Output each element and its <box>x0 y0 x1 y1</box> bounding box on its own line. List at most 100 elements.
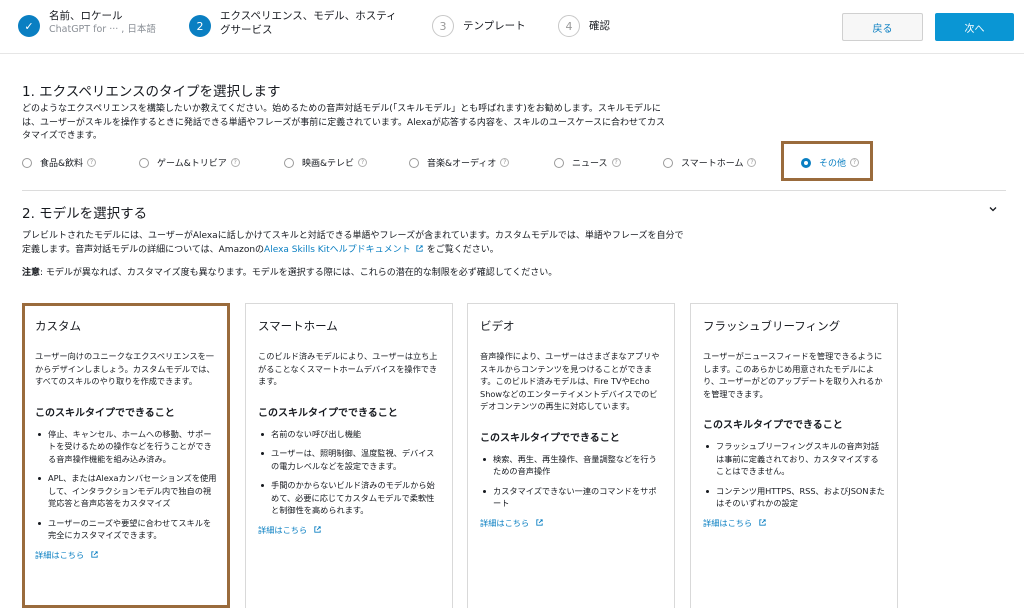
step-3[interactable]: 3 テンプレート <box>432 9 526 37</box>
note-label: 注意 <box>22 268 41 278</box>
radio-music-audio[interactable]: 音楽&オーディオ ? <box>409 156 510 169</box>
external-link-icon <box>536 519 543 526</box>
radio-button-icon <box>22 157 32 168</box>
card-title: スマートホーム <box>258 319 338 333</box>
radio-button-icon <box>663 157 673 168</box>
step-3-number: 3 <box>432 15 454 37</box>
help-icon[interactable]: ? <box>87 158 97 167</box>
radio-movies-tv[interactable]: 映画&テレビ ? <box>284 156 368 169</box>
list-item: 停止、キャンセル、ホームへの移動、サポートを受けるための操作などを行うことができ… <box>35 428 217 466</box>
radio-news[interactable]: ニュース ? <box>554 156 621 169</box>
note-text: : モデルが異なれば、カスタマイズ度も異なります。モデルを選択する際には、これら… <box>40 268 558 278</box>
learn-more-text: 詳細はこちら <box>35 549 85 560</box>
external-link-icon <box>759 519 766 526</box>
experience-type-description: どのようなエクスペリエンスを構築したいか教えてください。始めるための音声対話モデ… <box>22 103 665 144</box>
radio-label: スマートホーム <box>681 159 744 169</box>
card-description: ユーザーがニュースフィードを管理できるようにします。このあらかじめ用意されたモデ… <box>703 351 883 399</box>
next-button[interactable]: 次へ <box>935 13 1014 41</box>
card-title: ビデオ <box>480 319 515 333</box>
help-icon[interactable]: ? <box>230 158 240 167</box>
wizard-stepper: ✓ 名前、ロケール ChatGPT for ··· , 日本語 2 エクスペリエ… <box>0 0 1024 54</box>
step-4[interactable]: 4 確認 <box>558 9 610 37</box>
radio-label: 食品&飲料 <box>40 159 84 169</box>
list-item: フラッシュブリーフィングスキルの音声対話は事前に定義されており、カスタマイズする… <box>703 440 885 478</box>
model-desc-line-2-end: をご覧ください。 <box>426 244 499 255</box>
back-button[interactable]: 戻る <box>842 13 923 41</box>
help-icon[interactable]: ? <box>358 158 368 167</box>
list-item: カスタマイズできない一連のコマンドをサポート <box>480 485 662 510</box>
section-divider <box>22 190 1006 191</box>
learn-more-text: 詳細はこちら <box>258 524 308 535</box>
card-capabilities-list: 停止、キャンセル、ホームへの移動、サポートを受けるための操作などを行うことができ… <box>35 428 217 542</box>
radio-label: 音楽&オーディオ <box>427 159 497 169</box>
learn-more-text: 詳細はこちら <box>703 517 753 528</box>
experience-desc-line-2: は、ユーザーがスキルを操作するときに発話できる単語やフレーズが事前に定義されてい… <box>22 117 666 128</box>
card-capabilities-heading: このスキルタイプでできること <box>703 420 843 431</box>
radio-button-icon <box>139 157 149 168</box>
learn-more-link[interactable]: 詳細はこちら <box>480 517 662 529</box>
step-3-title: テンプレート <box>463 20 526 32</box>
radio-button-icon <box>554 157 564 168</box>
radio-label: 映画&テレビ <box>302 159 355 169</box>
model-card-custom[interactable]: カスタム ユーザー向けのユニークなエクスペリエンスを一からデザインしましょう。カ… <box>22 303 230 608</box>
external-link-icon <box>416 244 423 252</box>
card-capabilities-list: 名前のない呼び出し機能 ユーザーは、照明制御、温度監視、デバイスの電力レベルなど… <box>258 428 440 517</box>
radio-button-icon <box>284 157 294 168</box>
step-2-title-line2: グサービス <box>220 24 273 36</box>
model-card-smart-home[interactable]: スマートホーム このビルド済みモデルにより、ユーザーは立ち上がることなくスマート… <box>245 303 453 608</box>
list-item: APL、またはAlexaカンバセーションズを使用して、インタラクションモデル内で… <box>35 472 217 510</box>
card-description: このビルド済みモデルにより、ユーザーは立ち上がることなくスマートホームデバイスを… <box>258 351 438 386</box>
radio-food-drink[interactable]: 食品&飲料 ? <box>22 156 97 169</box>
step-1[interactable]: ✓ 名前、ロケール ChatGPT for ··· , 日本語 <box>18 9 156 37</box>
experience-type-title: 1. エクスペリエンスのタイプを選択します <box>22 84 281 100</box>
model-select-title: 2. モデルを選択する <box>22 206 148 222</box>
card-title: フラッシュブリーフィング <box>703 319 841 333</box>
help-icon[interactable]: ? <box>747 158 757 167</box>
radio-button-icon <box>409 157 419 168</box>
list-item: 手間のかからないビルド済みのモデルから始めて、必要に応じてカスタムモデルで柔軟性… <box>258 479 440 517</box>
step-2-number: 2 <box>189 15 211 37</box>
card-description: ユーザー向けのユニークなエクスペリエンスを一からデザインしましょう。カスタムモデ… <box>35 351 215 386</box>
list-item: 名前のない呼び出し機能 <box>258 428 440 441</box>
model-note: 注意: モデルが異なれば、カスタマイズ度も異なります。モデルを選択する際には、こ… <box>22 267 557 281</box>
card-capabilities-list: フラッシュブリーフィングスキルの音声対話は事前に定義されており、カスタマイズする… <box>703 440 885 510</box>
list-item: ユーザーのニーズや要望に合わせてスキルを完全にカスタマイズできます。 <box>35 517 217 542</box>
experience-desc-line-1: どのようなエクスペリエンスを構築したいか教えてください。始めるための音声対話モデ… <box>22 104 661 114</box>
card-description: 音声操作により、ユーザーはさまざまなアプリやスキルからコンテンツを見つけることが… <box>480 351 660 411</box>
ask-help-docs-link-text: Alexa Skills Kitヘルプドキュメント <box>264 244 411 255</box>
card-title: カスタム <box>35 319 81 333</box>
card-capabilities-heading: このスキルタイプでできること <box>258 407 398 419</box>
model-select-description: プレビルトされたモデルには、ユーザーがAlexaに話しかけてスキルと対話できる単… <box>22 230 683 257</box>
learn-more-link[interactable]: 詳細はこちら <box>258 524 440 536</box>
card-capabilities-heading: このスキルタイプでできること <box>480 432 620 444</box>
card-capabilities-heading: このスキルタイプでできること <box>35 407 175 419</box>
step-4-title: 確認 <box>589 20 610 32</box>
help-icon[interactable]: ? <box>500 158 510 167</box>
ask-help-docs-link[interactable]: Alexa Skills Kitヘルプドキュメント <box>264 245 427 255</box>
step-2[interactable]: 2 エクスペリエンス、モデル、ホスティ グサービス <box>189 9 397 37</box>
step-4-number: 4 <box>558 15 580 37</box>
model-desc-line-1: プレビルトされたモデルには、ユーザーがAlexaに話しかけてスキルと対話できる単… <box>22 231 684 241</box>
radio-label: ニュース <box>572 159 608 169</box>
model-card-flash-briefing[interactable]: フラッシュブリーフィング ユーザーがニュースフィードを管理できるようにします。こ… <box>690 303 898 608</box>
model-card-video[interactable]: ビデオ 音声操作により、ユーザーはさまざまなアプリやスキルからコンテンツを見つけ… <box>467 303 675 608</box>
radio-smart-home[interactable]: スマートホーム ? <box>663 156 757 169</box>
learn-more-link[interactable]: 詳細はこちら <box>35 549 217 561</box>
radio-games-trivia[interactable]: ゲーム&トリビア ? <box>139 156 240 169</box>
learn-more-link[interactable]: 詳細はこちら <box>703 517 885 529</box>
check-icon: ✓ <box>18 15 40 37</box>
step-2-title: エクスペリエンス、モデル、ホスティ <box>220 10 397 22</box>
list-item: コンテンツ用HTTPS、RSS、およびJSONまたはそのいずれかの設定 <box>703 485 885 510</box>
list-item: ユーザーは、照明制御、温度監視、デバイスの電力レベルなどを設定できます。 <box>258 447 440 472</box>
model-desc-line-2: 定義します。音声対話モデルの詳細については、Amazonの <box>22 244 265 255</box>
card-capabilities-list: 検索、再生、再生操作、音量調整などを行うための音声操作 カスタマイズできない一連… <box>480 453 662 510</box>
step-1-title: 名前、ロケール <box>49 10 123 22</box>
learn-more-text: 詳細はこちら <box>480 517 530 528</box>
external-link-icon <box>314 526 321 533</box>
step-1-subtitle: ChatGPT for ··· , 日本語 <box>49 24 156 35</box>
external-link-icon <box>91 551 98 558</box>
chevron-down-icon[interactable] <box>988 204 998 214</box>
help-icon[interactable]: ? <box>611 158 621 167</box>
list-item: 検索、再生、再生操作、音量調整などを行うための音声操作 <box>480 453 662 478</box>
radio-label: ゲーム&トリビア <box>157 159 227 169</box>
